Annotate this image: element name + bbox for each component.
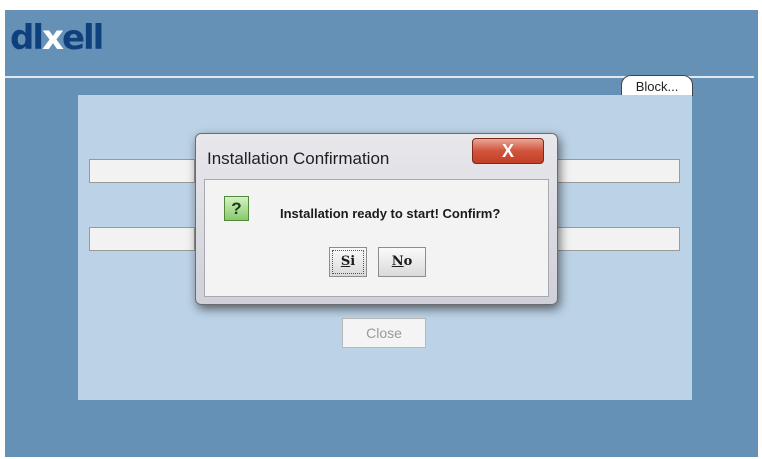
- dialog-message: Installation ready to start! Confirm?: [280, 206, 501, 221]
- dialog-body: ? Installation ready to start! Confirm? …: [204, 179, 549, 297]
- text-field[interactable]: [556, 227, 680, 251]
- dixell-logo: dlxell: [10, 18, 104, 58]
- close-icon[interactable]: X: [472, 138, 544, 164]
- block-tab[interactable]: Block...: [621, 75, 693, 96]
- close-button[interactable]: Close: [342, 318, 426, 348]
- no-button[interactable]: No: [378, 247, 426, 277]
- yes-button[interactable]: Si: [329, 247, 367, 277]
- text-field[interactable]: [89, 159, 195, 183]
- question-icon: ?: [224, 196, 249, 221]
- text-field[interactable]: [556, 159, 680, 183]
- dialog-title: Installation Confirmation: [207, 149, 390, 168]
- installation-confirmation-dialog: Installation Confirmation X ? Installati…: [195, 133, 558, 305]
- text-field[interactable]: [89, 227, 195, 251]
